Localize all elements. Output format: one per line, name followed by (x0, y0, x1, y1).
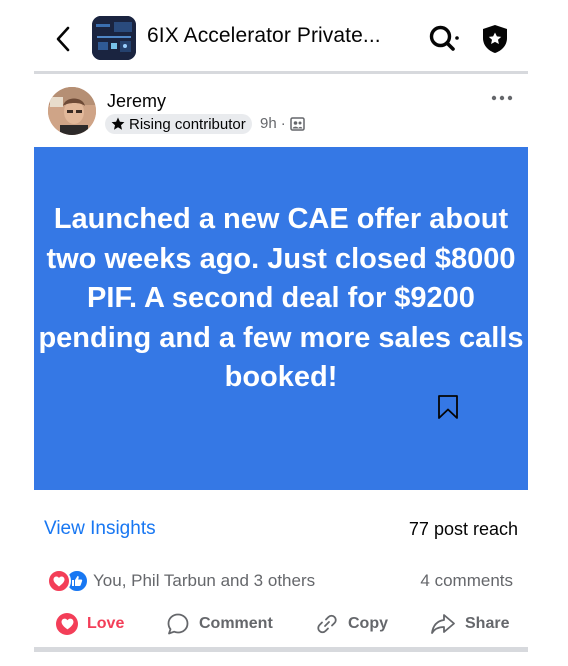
link-icon (317, 614, 337, 634)
group-title[interactable]: 6IX Accelerator Private... (147, 24, 381, 48)
meta-separator: · (280, 115, 286, 132)
view-insights-link[interactable]: View Insights (44, 518, 156, 540)
avatar[interactable] (48, 87, 96, 135)
love-icon (56, 613, 78, 635)
profile-photo (48, 87, 96, 135)
search-button[interactable] (428, 24, 460, 54)
admin-shield-button[interactable] (480, 23, 510, 55)
share-label: Share (465, 615, 510, 632)
post-reach: 77 post reach (408, 519, 518, 539)
more-options-button[interactable] (490, 91, 514, 105)
comment-icon (167, 613, 189, 635)
shield-star-icon (483, 25, 507, 53)
save-post-button[interactable] (437, 394, 459, 420)
badge-label: Rising contributor (129, 115, 246, 133)
group-members-icon (289, 116, 305, 131)
share-button[interactable]: Share (430, 606, 509, 642)
love-button[interactable]: Love (56, 606, 124, 642)
contributor-badge[interactable]: Rising contributor (105, 114, 252, 134)
header-divider (34, 71, 528, 74)
copy-label: Copy (348, 615, 388, 632)
copy-button[interactable]: Copy (315, 606, 388, 642)
post-meta: 9h · (260, 115, 305, 132)
love-label: Love (87, 615, 125, 632)
share-icon (431, 614, 455, 634)
post-time[interactable]: 9h (260, 115, 277, 132)
author-name[interactable]: Jeremy (107, 91, 166, 112)
search-icon (429, 25, 459, 51)
more-dots-icon (491, 95, 513, 101)
reactions-text: You, Phil Tarbun and 3 others (93, 571, 316, 590)
comment-label: Comment (199, 615, 273, 632)
back-button[interactable] (50, 24, 76, 54)
post-bottom-divider (34, 647, 528, 652)
comment-button[interactable]: Comment (166, 606, 273, 642)
group-thumbnail[interactable] (92, 16, 136, 60)
post-actions: Love Comment Copy Share (0, 606, 568, 642)
group-header: 6IX Accelerator Private... (0, 0, 568, 72)
group-cover-image (92, 16, 136, 60)
love-reaction-icon (47, 569, 71, 593)
chevron-left-icon (56, 26, 70, 52)
post-card[interactable]: Launched a new CAE offer about two weeks… (34, 147, 528, 490)
comments-count[interactable]: 4 comments (420, 571, 513, 591)
post-text: Launched a new CAE offer about two weeks… (38, 203, 524, 393)
reactions-summary[interactable]: You, Phil Tarbun and 3 others (47, 569, 315, 593)
bookmark-icon (438, 395, 458, 419)
star-icon (111, 117, 125, 130)
